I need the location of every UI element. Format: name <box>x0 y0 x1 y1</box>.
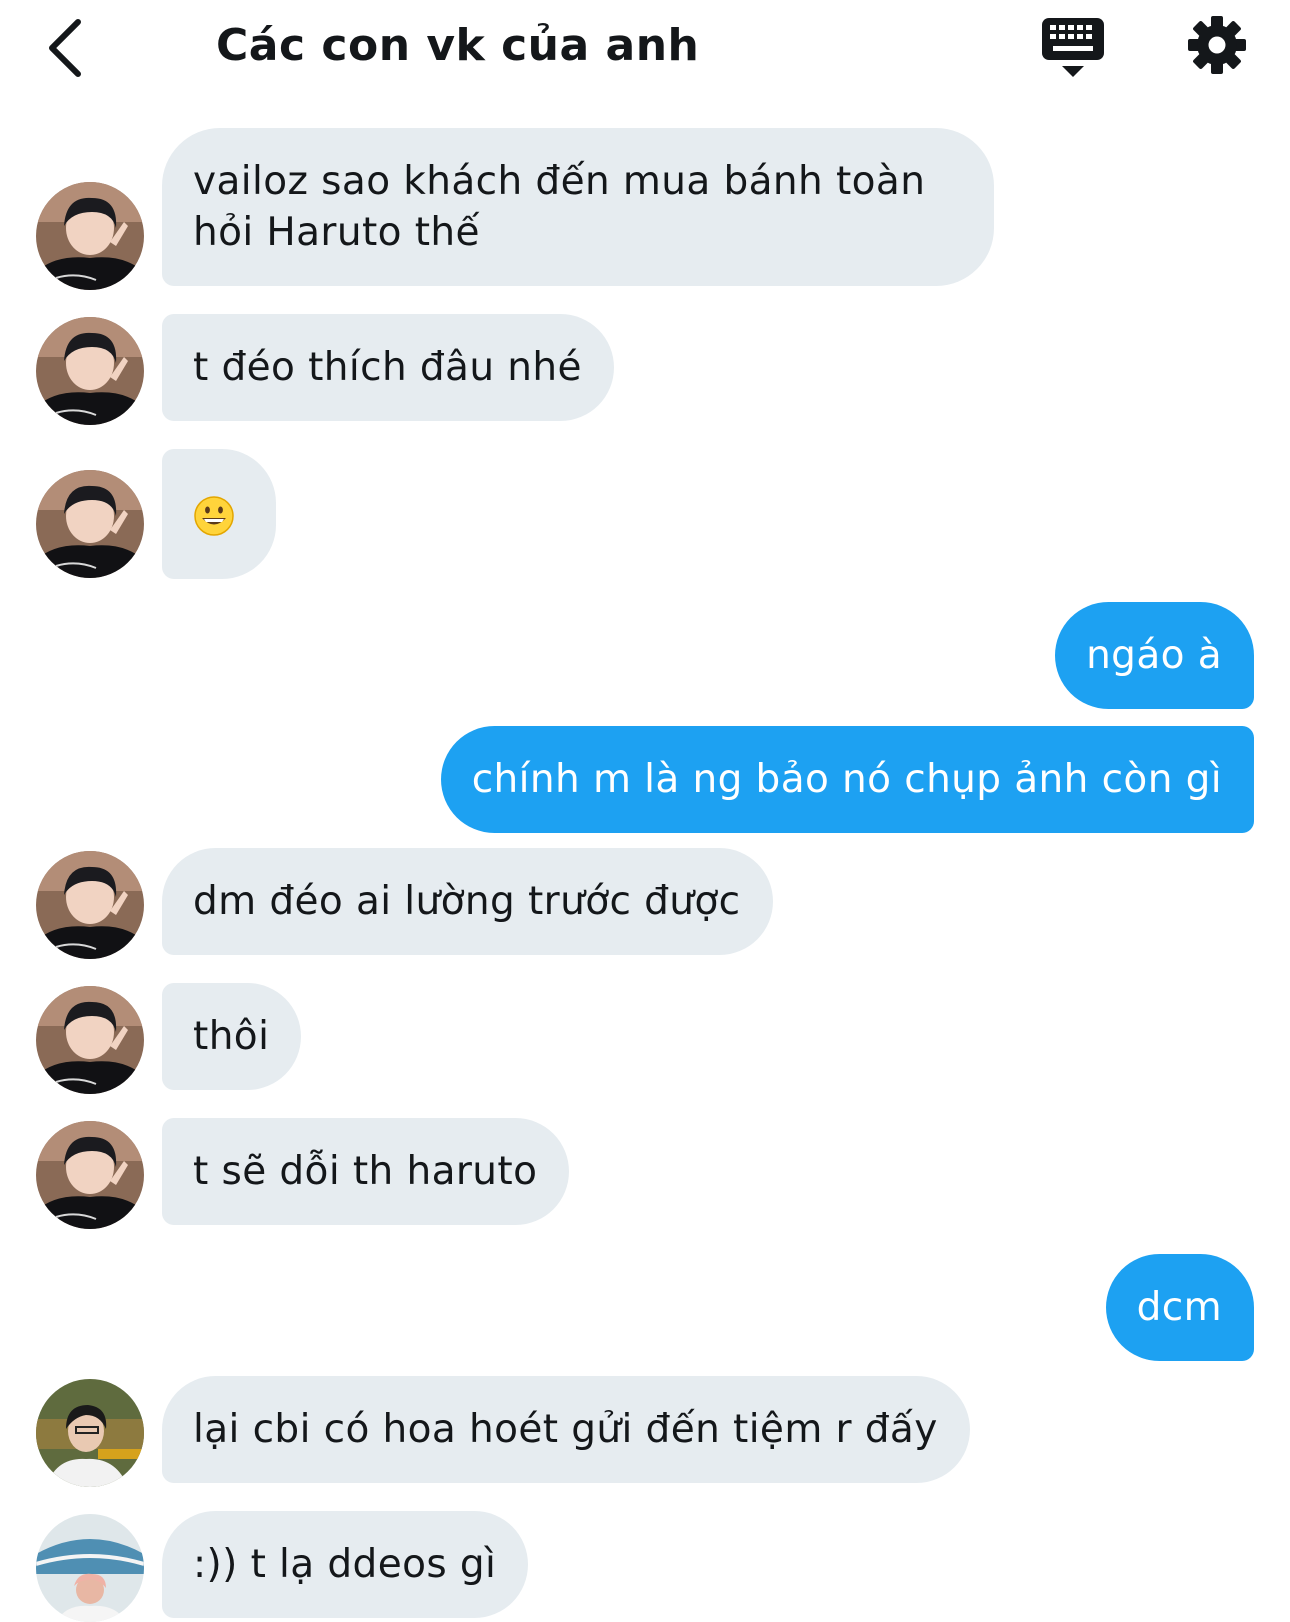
keyboard-toggle-button[interactable] <box>1040 14 1106 80</box>
avatar[interactable] <box>36 851 144 959</box>
conversation-header: Các con vk của anh <box>0 0 1290 100</box>
message-text: ngáo à <box>1086 633 1222 678</box>
message-bubble-incoming[interactable]: t sẽ dỗi th haruto <box>162 1118 570 1225</box>
gear-icon <box>1188 16 1246 74</box>
grinning-face-emoji <box>194 496 234 536</box>
keyboard-icon <box>1042 18 1104 77</box>
message-bubble-incoming[interactable] <box>162 449 276 579</box>
user-avatar-image <box>36 1514 144 1622</box>
avatar[interactable] <box>36 317 144 425</box>
user-avatar-image <box>36 182 144 290</box>
message-bubble-incoming[interactable]: dm đéo ai lường trước được <box>162 848 773 955</box>
avatar[interactable] <box>36 470 144 578</box>
user-avatar-image <box>36 470 144 578</box>
settings-button[interactable] <box>1186 14 1248 76</box>
message-bubble-incoming[interactable]: thôi <box>162 983 302 1090</box>
message-text: thôi <box>193 1014 270 1059</box>
user-avatar-image <box>36 851 144 959</box>
message-bubble-outgoing[interactable]: dcm <box>1105 1254 1254 1361</box>
message-text: t sẽ dỗi th haruto <box>193 1149 538 1194</box>
user-avatar-image <box>36 317 144 425</box>
user-avatar-image <box>36 986 144 1094</box>
avatar[interactable] <box>36 1514 144 1622</box>
avatar[interactable] <box>36 182 144 290</box>
message-text: t đéo thích đâu nhé <box>193 345 582 390</box>
user-avatar-image <box>36 1379 144 1487</box>
message-text: vailoz sao khách đến mua bánh toàn hỏi H… <box>193 159 926 255</box>
message-text: lại cbi có hoa hoét gửi đến tiệm r đấy <box>193 1407 938 1452</box>
message-text: dm đéo ai lường trước được <box>193 879 741 924</box>
user-avatar-image <box>36 1121 144 1229</box>
message-bubble-incoming[interactable]: :)) t lạ ddeos gì <box>162 1511 529 1618</box>
message-bubble-incoming[interactable]: t đéo thích đâu nhé <box>162 314 614 421</box>
message-bubble-incoming[interactable]: vailoz sao khách đến mua bánh toàn hỏi H… <box>162 128 994 286</box>
avatar[interactable] <box>36 1121 144 1229</box>
message-text: dcm <box>1136 1285 1222 1330</box>
chevron-left-icon <box>49 19 81 77</box>
message-text: chính m là ng bảo nó chụp ảnh còn gì <box>471 757 1222 802</box>
message-text: :)) t lạ ddeos gì <box>193 1542 497 1587</box>
message-bubble-outgoing[interactable]: chính m là ng bảo nó chụp ảnh còn gì <box>440 726 1254 833</box>
message-bubble-incoming[interactable]: lại cbi có hoa hoét gửi đến tiệm r đấy <box>162 1376 970 1483</box>
avatar[interactable] <box>36 1379 144 1487</box>
conversation-title[interactable]: Các con vk của anh <box>216 14 699 78</box>
message-bubble-outgoing[interactable]: ngáo à <box>1055 602 1254 709</box>
back-button[interactable] <box>38 14 98 78</box>
avatar[interactable] <box>36 986 144 1094</box>
